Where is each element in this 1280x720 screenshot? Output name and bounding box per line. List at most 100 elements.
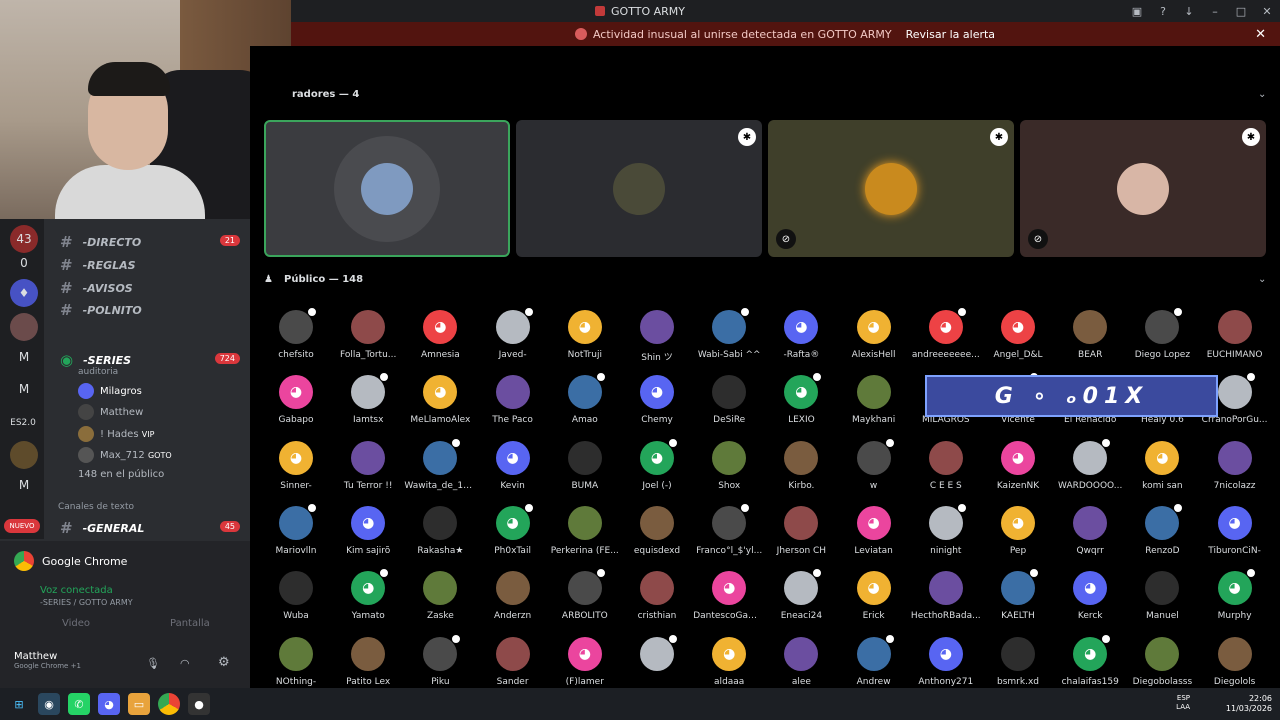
audience-member[interactable]: 7nicolazz bbox=[1199, 440, 1271, 503]
audience-member[interactable]: Jherson CH bbox=[765, 505, 837, 568]
audience-member[interactable]: Tu Terror !! bbox=[332, 440, 404, 503]
screen-share-button[interactable]: Pantalla bbox=[170, 618, 210, 629]
discord-icon[interactable]: ◕ bbox=[98, 693, 120, 715]
user-panel[interactable]: Matthew Google Chrome +1 bbox=[14, 651, 81, 670]
audience-member[interactable]: ◕ Gabapo bbox=[260, 375, 332, 437]
channel-avisos[interactable]: # -AVISOS bbox=[60, 279, 133, 297]
audience-member[interactable]: KAELTH bbox=[982, 568, 1054, 633]
audience-member[interactable]: ◕ MeLlamoAlex bbox=[404, 375, 476, 437]
headphones-icon[interactable]: ◠ bbox=[180, 657, 190, 670]
channel-directo[interactable]: # -DIRECTO bbox=[60, 233, 141, 251]
audience-member[interactable]: Amao bbox=[549, 372, 621, 437]
clock[interactable]: 22:06 11/03/2026 bbox=[1226, 694, 1272, 714]
language-indicator[interactable]: ESP LAA bbox=[1176, 694, 1190, 712]
audience-member[interactable]: Zaske bbox=[404, 571, 476, 633]
minimize-button[interactable]: – bbox=[1202, 5, 1228, 18]
review-alert-link[interactable]: Revisar la alerta bbox=[906, 28, 995, 41]
server-item[interactable]: M bbox=[10, 375, 38, 403]
audience-member[interactable]: ◕ AlexisHell bbox=[838, 310, 910, 372]
audience-member[interactable]: ◕ TiburonCiN- bbox=[1199, 505, 1271, 568]
audience-member[interactable]: ◕ Erick bbox=[838, 571, 910, 633]
audience-member[interactable]: HecthoRBada... bbox=[910, 571, 982, 633]
audience-member[interactable]: ◕ Chemy bbox=[621, 375, 693, 437]
server-item[interactable]: 0 bbox=[10, 249, 38, 277]
voice-member[interactable]: ! Hades VIP bbox=[78, 426, 154, 442]
audience-member[interactable]: chefsito bbox=[260, 307, 332, 372]
audience-member[interactable]: Wuba bbox=[260, 571, 332, 633]
whatsapp-icon[interactable]: ✆ bbox=[68, 693, 90, 715]
audience-member[interactable]: ◕ Pep bbox=[982, 505, 1054, 568]
server-item[interactable]: M bbox=[10, 343, 38, 371]
audience-member[interactable]: Mariovlln bbox=[260, 502, 332, 568]
speaker-tile[interactable]: ✱ ⊘ bbox=[1020, 120, 1266, 257]
help-icon[interactable]: ? bbox=[1150, 5, 1176, 18]
voice-member[interactable]: Milagros bbox=[78, 383, 142, 399]
audience-member[interactable]: Wawita_de_17... bbox=[404, 437, 476, 503]
audience-member[interactable]: equisdexd bbox=[621, 505, 693, 568]
speaker-tile[interactable]: ✱ ⊘ bbox=[768, 120, 1014, 257]
audience-member[interactable]: Maykhani bbox=[838, 375, 910, 437]
audience-member[interactable]: ◕ Sinner- bbox=[260, 440, 332, 503]
audience-member[interactable]: ◕ NotTruji bbox=[549, 310, 621, 372]
audience-member[interactable]: cristhian bbox=[621, 571, 693, 633]
voice-member[interactable]: Max_712 GOTO bbox=[78, 447, 172, 463]
server-item[interactable]: ♦ bbox=[10, 279, 38, 307]
channel-polnito[interactable]: # -POLNITO bbox=[60, 301, 142, 319]
audience-member[interactable]: ◕ Angel_D&L bbox=[982, 310, 1054, 372]
audience-member[interactable]: Rakasha★ bbox=[404, 505, 476, 568]
audience-member[interactable]: Anderzn bbox=[477, 571, 549, 633]
voice-member[interactable]: Matthew bbox=[78, 404, 143, 420]
audience-member[interactable]: ◕ KaizenNK bbox=[982, 440, 1054, 503]
server-item[interactable]: M bbox=[10, 471, 38, 499]
maximize-button[interactable]: □ bbox=[1228, 5, 1254, 18]
stage-audience-count[interactable]: 148 en el público bbox=[78, 469, 164, 480]
audience-member[interactable]: ◕ -Rafta® bbox=[765, 310, 837, 372]
audience-member[interactable]: w bbox=[838, 437, 910, 503]
audience-member[interactable]: RenzoD bbox=[1126, 502, 1198, 568]
channel-reglas[interactable]: # -REGLAS bbox=[60, 256, 136, 274]
gear-icon[interactable]: ⚙ bbox=[218, 655, 230, 670]
audience-member[interactable]: WARDOOOO... bbox=[1054, 437, 1126, 503]
inbox-icon[interactable]: ▣ bbox=[1124, 5, 1150, 18]
audience-member[interactable]: Perkerina (FE... bbox=[549, 505, 621, 568]
activity-app[interactable]: Google Chrome bbox=[14, 551, 127, 571]
audience-member[interactable]: ◕ Amnesia bbox=[404, 310, 476, 372]
audience-member[interactable]: Diego Lopez bbox=[1126, 307, 1198, 372]
audience-member[interactable]: EUCHIMANO bbox=[1199, 310, 1271, 372]
audience-member[interactable]: ◕ Kevin bbox=[477, 440, 549, 503]
audience-member[interactable]: BUMA bbox=[549, 440, 621, 503]
audience-member[interactable]: ◕ LEXIO bbox=[765, 372, 837, 437]
steam-icon[interactable]: ◉ bbox=[38, 693, 60, 715]
audience-member[interactable]: ◕ komi san bbox=[1126, 440, 1198, 503]
microphone-icon[interactable]: 🎙 bbox=[146, 657, 160, 670]
voice-status[interactable]: Voz conectada bbox=[40, 585, 113, 596]
audience-member[interactable]: ◕ andreeeeeee... bbox=[910, 307, 982, 372]
audience-member[interactable]: Shin ツ bbox=[621, 310, 693, 372]
audience-member[interactable]: ◕ Murphy bbox=[1199, 568, 1271, 633]
audience-member[interactable]: ninight bbox=[910, 502, 982, 568]
audience-member[interactable]: Manuel bbox=[1126, 571, 1198, 633]
chevron-down-icon[interactable]: ⌄ bbox=[1258, 89, 1266, 100]
folder-icon[interactable]: ▭ bbox=[128, 693, 150, 715]
close-button[interactable]: ✕ bbox=[1254, 5, 1280, 18]
download-icon[interactable]: ↓ bbox=[1176, 5, 1202, 18]
audience-member[interactable]: ◕ Kerck bbox=[1054, 571, 1126, 633]
audience-member[interactable]: ◕ Leviatan bbox=[838, 505, 910, 568]
audience-member[interactable]: Shox bbox=[693, 440, 765, 503]
audience-member[interactable]: BEAR bbox=[1054, 310, 1126, 372]
server-item[interactable]: ES2.0 bbox=[6, 409, 40, 437]
audience-member[interactable]: Qwqrr bbox=[1054, 505, 1126, 568]
audience-member[interactable]: The Paco bbox=[477, 375, 549, 437]
audience-member[interactable]: Iamtsx bbox=[332, 372, 404, 437]
audience-member[interactable]: ARBOLITO bbox=[549, 568, 621, 633]
audience-member[interactable]: DeSiRe bbox=[693, 375, 765, 437]
audience-member[interactable]: ◕ Ph0xTail bbox=[477, 502, 549, 568]
close-icon[interactable]: ✕ bbox=[1255, 27, 1266, 42]
audience-member[interactable]: ◕ Kim sajirõ bbox=[332, 505, 404, 568]
speaker-tile[interactable]: ✱ bbox=[516, 120, 762, 257]
channel-general[interactable]: # -GENERAL bbox=[60, 519, 144, 537]
text-channels-header[interactable]: Canales de texto bbox=[58, 502, 134, 512]
windows-start-icon[interactable]: ⊞ bbox=[8, 693, 30, 715]
chevron-down-icon[interactable]: ⌄ bbox=[1258, 274, 1266, 285]
chrome-icon[interactable] bbox=[158, 693, 180, 715]
